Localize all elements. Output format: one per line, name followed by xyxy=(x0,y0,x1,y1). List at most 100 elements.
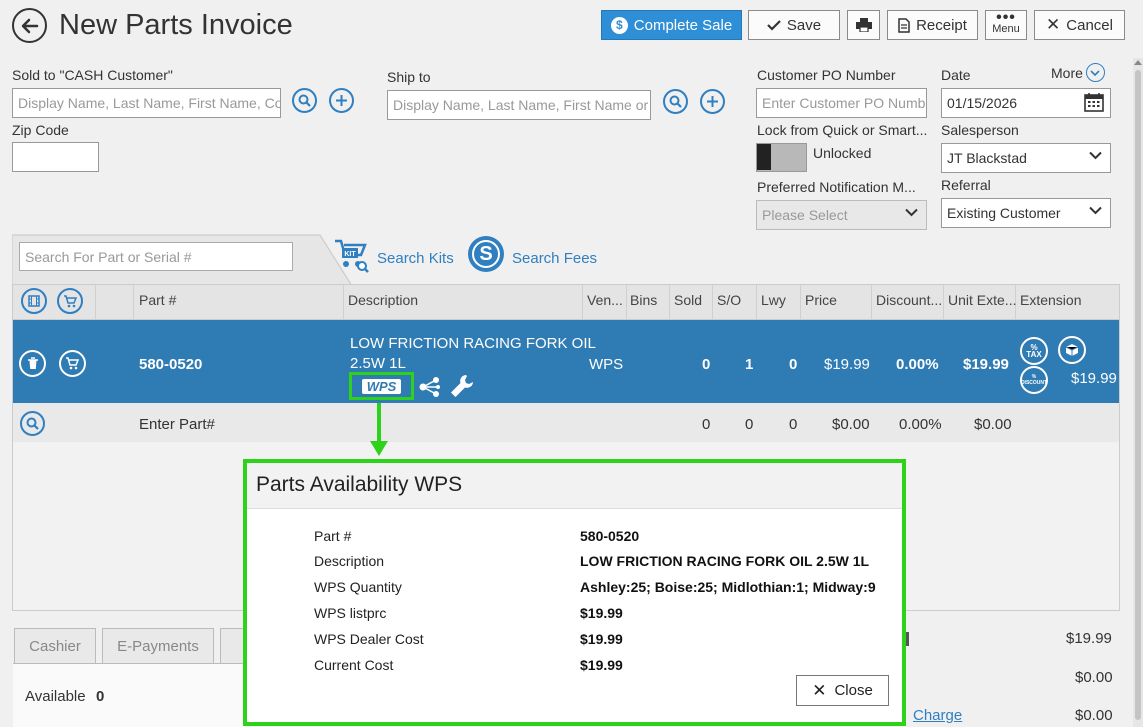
search-fees-icon[interactable]: S xyxy=(468,236,504,272)
entry-lwy: 0 xyxy=(789,416,798,433)
ship-to-label: Ship to xyxy=(387,69,431,85)
complete-sale-button[interactable]: $ Complete Sale xyxy=(601,10,742,40)
row-sold[interactable]: 0 xyxy=(702,356,710,373)
print-button[interactable] xyxy=(847,10,880,40)
col-unit-ext[interactable]: Unit Exte... xyxy=(948,292,1016,308)
film-icon xyxy=(28,295,40,307)
ship-to-input[interactable]: Display Name, Last Name, First Name or xyxy=(387,90,651,120)
col-so[interactable]: S/O xyxy=(717,292,741,308)
chevron-down-icon xyxy=(905,208,918,217)
back-button[interactable] xyxy=(12,8,47,43)
tab-e-payments[interactable]: E-Payments xyxy=(102,628,214,664)
callout-arrow-line xyxy=(377,403,381,443)
package-button[interactable] xyxy=(1058,336,1086,364)
referral-select[interactable]: Existing Customer xyxy=(941,198,1111,228)
entry-so: 0 xyxy=(745,416,754,433)
calendar-icon[interactable] xyxy=(1084,92,1104,115)
search-icon xyxy=(298,94,311,107)
parts-availability-dialog: Parts Availability WPS Part # 580-0520 D… xyxy=(243,459,906,726)
row-part-number[interactable]: 580-0520 xyxy=(139,356,202,373)
sold-to-label: Sold to "CASH Customer" xyxy=(12,67,173,83)
cart-swap-button[interactable] xyxy=(59,350,86,377)
menu-button[interactable]: ••• Menu xyxy=(985,10,1027,40)
charge-link[interactable]: Charge xyxy=(913,707,962,724)
tab-cashier[interactable]: Cashier xyxy=(14,628,96,664)
search-icon xyxy=(669,95,682,108)
col-price[interactable]: Price xyxy=(805,292,837,308)
row-so[interactable]: 1 xyxy=(745,356,753,373)
delete-row-button[interactable] xyxy=(19,350,46,377)
row-discount[interactable]: 0.00% xyxy=(896,356,939,373)
search-icon xyxy=(26,417,39,430)
chevron-down-icon xyxy=(1089,151,1102,160)
available-label: Available xyxy=(25,688,86,705)
dialog-value-quantity: Ashley:25; Boise:25; Midlothian:1; Midwa… xyxy=(580,579,876,595)
sold-to-add-button[interactable] xyxy=(329,88,354,113)
cancel-button[interactable]: ✕ Cancel xyxy=(1034,10,1125,40)
plus-icon xyxy=(707,96,718,107)
search-kits-icon[interactable]: KIT xyxy=(333,237,369,276)
row-vendor: WPS xyxy=(589,356,624,373)
cart-icon xyxy=(64,294,77,307)
col-lwy[interactable]: Lwy xyxy=(761,292,786,308)
row-price[interactable]: $19.99 xyxy=(824,356,870,373)
cart-icon xyxy=(66,357,80,370)
dialog-close-button[interactable]: ✕ Close xyxy=(796,675,889,706)
col-vendor[interactable]: Ven... xyxy=(587,292,623,308)
chevron-down-circle-icon xyxy=(1085,63,1105,82)
dialog-label-current-cost: Current Cost xyxy=(314,657,394,673)
receipt-button[interactable]: Receipt xyxy=(887,10,978,40)
dialog-label-description: Description xyxy=(314,553,385,569)
wrench-icon[interactable] xyxy=(448,372,476,403)
lock-toggle[interactable] xyxy=(756,143,807,172)
sold-to-input[interactable]: Display Name, Last Name, First Name, Co xyxy=(12,88,281,118)
entry-sold: 0 xyxy=(702,416,711,433)
enter-part-input[interactable]: Enter Part# xyxy=(139,416,215,433)
dialog-title: Parts Availability WPS xyxy=(247,463,902,509)
arrow-left-icon xyxy=(21,18,38,33)
tax-button[interactable]: % TAX xyxy=(1020,337,1048,365)
search-fees-link[interactable]: Search Fees xyxy=(512,250,597,267)
salesperson-select[interactable]: JT Blackstad xyxy=(941,143,1111,173)
col-extension[interactable]: Extension xyxy=(1020,292,1081,308)
row-lwy[interactable]: 0 xyxy=(789,356,797,373)
customer-po-input[interactable]: Enter Customer PO Numb xyxy=(756,88,927,118)
part-search-input[interactable]: Search For Part or Serial # xyxy=(19,242,293,271)
scrollbar-thumb[interactable] xyxy=(1135,70,1141,720)
trash-icon xyxy=(27,357,38,369)
discount-percent-icon: % DISCOUNT xyxy=(1020,374,1048,386)
share-icon[interactable] xyxy=(418,375,442,402)
toggle-knob xyxy=(757,144,771,170)
ship-to-search-button[interactable] xyxy=(663,89,688,114)
film-toggle-button[interactable] xyxy=(21,288,47,314)
cart-settings-button[interactable] xyxy=(57,288,83,314)
col-part[interactable]: Part # xyxy=(139,292,176,308)
save-button[interactable]: Save xyxy=(748,10,840,40)
col-discount[interactable]: Discount... xyxy=(876,292,942,308)
ship-to-add-button[interactable] xyxy=(700,89,725,114)
entry-search-button[interactable] xyxy=(20,411,45,436)
customer-po-label: Customer PO Number xyxy=(757,67,896,83)
tax-percent-icon: % TAX xyxy=(1026,343,1042,359)
sold-to-search-button[interactable] xyxy=(292,88,317,113)
wps-logo-icon: WPS xyxy=(361,378,402,394)
col-sold[interactable]: Sold xyxy=(674,292,702,308)
ellipsis-icon: ••• xyxy=(996,9,1016,26)
available-value: 0 xyxy=(96,688,105,705)
col-description[interactable]: Description xyxy=(348,292,418,308)
more-toggle[interactable]: More xyxy=(1051,63,1105,82)
vertical-scrollbar[interactable] xyxy=(1133,58,1143,727)
row-unit-ext: $19.99 xyxy=(963,356,1009,373)
notification-select[interactable]: Please Select xyxy=(756,200,927,230)
zip-code-input[interactable] xyxy=(12,142,99,172)
chevron-down-icon xyxy=(1089,206,1102,215)
col-bins[interactable]: Bins xyxy=(630,292,657,308)
checkmark-icon xyxy=(767,20,781,31)
lock-status: Unlocked xyxy=(813,145,872,161)
search-kits-link[interactable]: Search Kits xyxy=(377,250,454,267)
wps-logo-button[interactable]: WPS xyxy=(349,372,414,400)
receipt-icon xyxy=(898,17,910,33)
discount-button[interactable]: % DISCOUNT xyxy=(1020,366,1048,394)
scroll-up-arrow-icon[interactable] xyxy=(1134,60,1142,65)
dialog-label-dealer-cost: WPS Dealer Cost xyxy=(314,631,424,647)
